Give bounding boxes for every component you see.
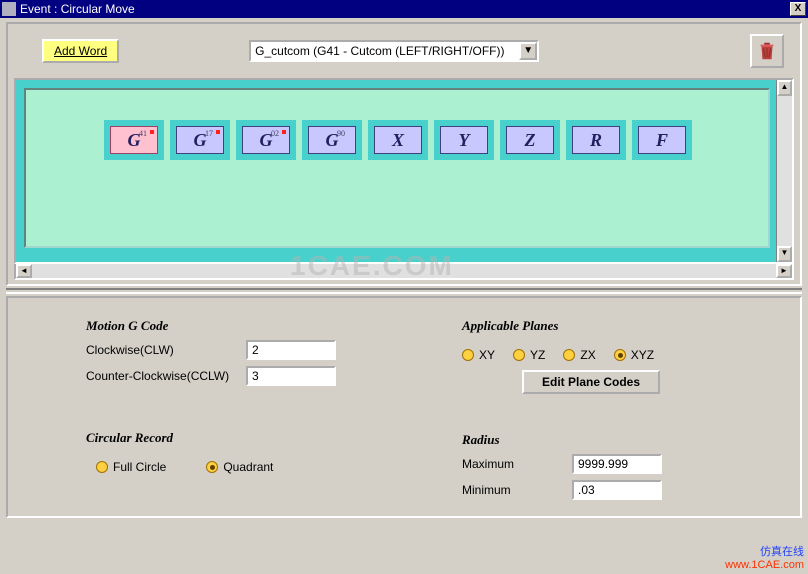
delete-button[interactable] — [750, 34, 784, 68]
upper-frame: Add Word ▼ G41 G17 G02 G90 XYZRF ▲ ▼ ◄ ► — [6, 22, 802, 286]
planes-legend: Applicable Planes — [462, 318, 746, 334]
motion-legend: Motion G Code — [86, 318, 370, 334]
word-dropdown-input[interactable] — [251, 42, 519, 60]
token-g90[interactable]: G90 — [308, 126, 356, 154]
edit-plane-codes-button[interactable]: Edit Plane Codes — [522, 370, 660, 394]
corner-line1: 仿真在线 — [725, 546, 804, 559]
token-g17[interactable]: G17 — [176, 126, 224, 154]
token-f[interactable]: F — [638, 126, 686, 154]
circular-record-group: Circular Record Full Circle Quadrant — [68, 420, 384, 488]
hscroll-track[interactable] — [32, 264, 776, 278]
planes-group: Applicable Planes XY YZ ZX XYZ Edit Plane C… — [444, 308, 760, 404]
radius-legend: Radius — [462, 432, 746, 448]
min-input[interactable] — [572, 480, 662, 500]
token-r[interactable]: R — [572, 126, 620, 154]
token-panel: G41 G17 G02 G90 XYZRF — [24, 88, 770, 248]
vscroll-track[interactable] — [777, 96, 792, 246]
cw-label: Clockwise(CLW) — [86, 343, 246, 357]
titlebar: Event : Circular Move X — [0, 0, 808, 18]
token-y[interactable]: Y — [440, 126, 488, 154]
token-row: G41 G17 G02 G90 XYZRF — [34, 120, 760, 160]
trash-icon — [756, 40, 778, 62]
app-icon — [2, 2, 16, 16]
cw-input[interactable] — [246, 340, 336, 360]
close-button[interactable]: X — [790, 2, 806, 16]
motion-gcode-group: Motion G Code Clockwise(CLW) Counter-Clo… — [68, 308, 384, 402]
circular-radio-quadrant[interactable]: Quadrant — [206, 460, 273, 474]
plane-radio-xy[interactable]: XY — [462, 348, 495, 362]
token-z[interactable]: Z — [506, 126, 554, 154]
corner-line2: www.1CAE.com — [725, 559, 804, 572]
plane-radio-xyz[interactable]: XYZ — [614, 348, 654, 362]
window-title: Event : Circular Move — [20, 2, 790, 16]
plane-radio-zx[interactable]: ZX — [563, 348, 595, 362]
lower-frame: Motion G Code Clockwise(CLW) Counter-Clo… — [6, 296, 802, 518]
scroll-left-icon[interactable]: ◄ — [16, 264, 32, 278]
token-g41[interactable]: G41 — [110, 126, 158, 154]
max-label: Maximum — [462, 457, 572, 471]
scroll-up-icon[interactable]: ▲ — [777, 80, 792, 96]
token-canvas: G41 G17 G02 G90 XYZRF ▲ ▼ — [14, 78, 794, 264]
scroll-right-icon[interactable]: ► — [776, 264, 792, 278]
circular-legend: Circular Record — [86, 430, 370, 446]
dropdown-arrow-icon[interactable]: ▼ — [519, 42, 537, 60]
pane-divider[interactable] — [6, 288, 802, 294]
ccw-label: Counter-Clockwise(CCLW) — [86, 369, 246, 383]
scroll-down-icon[interactable]: ▼ — [777, 246, 792, 262]
word-dropdown[interactable]: ▼ — [249, 40, 539, 62]
token-x[interactable]: X — [374, 126, 422, 154]
min-label: Minimum — [462, 483, 572, 497]
plane-radio-yz[interactable]: YZ — [513, 348, 545, 362]
circular-options: Full Circle Quadrant — [86, 452, 370, 478]
token-g02[interactable]: G02 — [242, 126, 290, 154]
max-input[interactable] — [572, 454, 662, 474]
vertical-scrollbar[interactable]: ▲ ▼ — [776, 80, 792, 262]
ccw-input[interactable] — [246, 366, 336, 386]
radius-group: Radius Maximum Minimum — [444, 422, 760, 516]
add-word-button[interactable]: Add Word — [42, 39, 119, 63]
planes-options: XY YZ ZX XYZ — [462, 340, 746, 370]
circular-radio-full-circle[interactable]: Full Circle — [96, 460, 166, 474]
corner-watermark: 仿真在线 www.1CAE.com — [725, 546, 804, 572]
horizontal-scrollbar[interactable]: ◄ ► — [14, 264, 794, 280]
toolbar: Add Word ▼ — [14, 30, 794, 78]
